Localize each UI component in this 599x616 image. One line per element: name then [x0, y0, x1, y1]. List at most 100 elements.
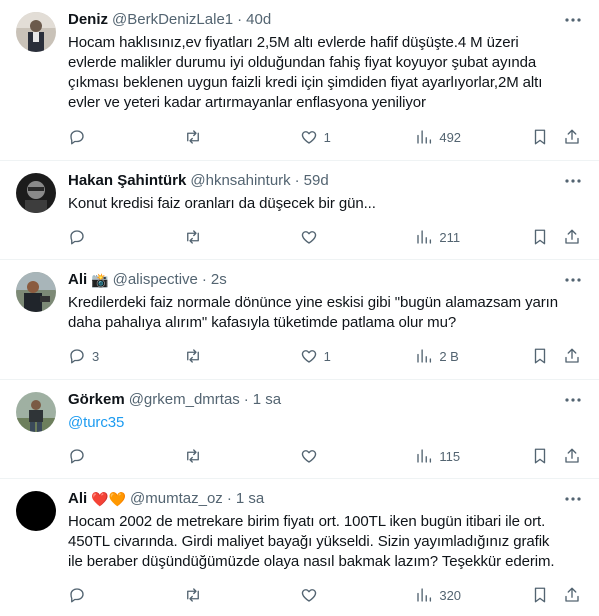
mention-link[interactable]: @turc35: [68, 414, 124, 431]
avatar[interactable]: [16, 12, 56, 52]
avatar[interactable]: [16, 392, 56, 432]
like-button[interactable]: 1: [300, 347, 416, 365]
avatar[interactable]: [16, 173, 56, 213]
more-dots-icon: [565, 497, 581, 501]
reply-button[interactable]: [68, 447, 184, 465]
view-count: 211: [439, 229, 461, 245]
heart-icon: [301, 450, 316, 463]
display-name[interactable]: Görkem: [68, 390, 125, 410]
reply-button[interactable]: [68, 586, 184, 604]
avatar[interactable]: [16, 272, 56, 312]
user-handle[interactable]: @hknsahinturk: [190, 171, 290, 191]
views-bar-chart-icon: [417, 588, 432, 602]
timestamp[interactable]: 1 sa: [253, 390, 281, 410]
like-button[interactable]: [300, 586, 416, 604]
share-button[interactable]: [563, 447, 583, 465]
user-handle[interactable]: @alispective: [113, 270, 198, 290]
user-handle[interactable]: @mumtaz_oz: [130, 489, 223, 509]
view-count: 492: [439, 129, 462, 145]
retweet-button[interactable]: [184, 347, 300, 365]
share-button[interactable]: [563, 586, 583, 604]
reply-icon: [70, 349, 84, 364]
share-icon: [565, 587, 579, 602]
retweet-icon: [186, 130, 199, 144]
timestamp[interactable]: 2s: [211, 270, 227, 290]
bookmark-icon: [534, 229, 546, 245]
bookmark-button[interactable]: [531, 228, 563, 246]
reply-icon: [70, 588, 84, 603]
reply-icon: [70, 130, 84, 145]
tweet-header: Hakan Şahintürk @hknsahinturk · 59d: [68, 171, 583, 191]
more-dots-icon: [565, 278, 581, 282]
heart-icon: [301, 350, 316, 363]
views-bar-chart-icon: [417, 349, 432, 363]
like-count: 1: [323, 129, 331, 145]
user-handle[interactable]: @grkem_dmrtas: [129, 390, 240, 410]
reply-button[interactable]: [68, 128, 184, 146]
views-button[interactable]: 320: [415, 586, 531, 604]
avatar[interactable]: [16, 491, 56, 531]
views-button[interactable]: 115: [415, 447, 531, 465]
share-button[interactable]: [563, 347, 583, 365]
tweet-text: Kredilerdeki faiz normale dönünce yine e…: [68, 294, 558, 331]
reply-icon: [70, 230, 84, 245]
hearts-emoji: ❤️🧡: [91, 491, 127, 507]
more-options-button[interactable]: [563, 270, 583, 290]
like-button[interactable]: [300, 447, 416, 465]
retweet-button[interactable]: [184, 228, 300, 246]
bookmark-button[interactable]: [531, 347, 563, 365]
like-button[interactable]: 1: [300, 128, 416, 146]
separator-dot: ·: [201, 271, 207, 288]
more-options-button[interactable]: [563, 171, 583, 191]
view-count: 320: [439, 587, 462, 603]
share-icon: [565, 348, 579, 363]
display-name[interactable]: Hakan Şahintürk: [68, 171, 186, 191]
timestamp[interactable]: 40d: [246, 10, 271, 30]
views-button[interactable]: 492: [415, 128, 531, 146]
tweet-header: Deniz @BerkDenizLale1 · 40d: [68, 10, 583, 30]
bookmark-icon: [534, 348, 546, 364]
retweet-button[interactable]: [184, 447, 300, 465]
tweet-3[interactable]: Ali 📸 @alispective · 2s Kredilerdeki fai…: [0, 260, 599, 380]
heart-icon: [301, 131, 316, 144]
views-button[interactable]: 2 B: [415, 347, 531, 365]
display-name[interactable]: Ali: [68, 489, 87, 509]
display-name[interactable]: Ali: [68, 270, 87, 290]
tweet-text: @turc35: [68, 413, 583, 433]
retweet-button[interactable]: [184, 586, 300, 604]
timestamp[interactable]: 59d: [304, 171, 329, 191]
share-button[interactable]: [563, 228, 583, 246]
bookmark-button[interactable]: [531, 586, 563, 604]
timestamp[interactable]: 1 sa: [236, 489, 264, 509]
more-options-button[interactable]: [563, 489, 583, 509]
tweet-4[interactable]: Görkem @grkem_dmrtas · 1 sa @turc35 115: [0, 380, 599, 479]
user-handle[interactable]: @BerkDenizLale1: [112, 10, 233, 30]
reply-feed: Deniz @BerkDenizLale1 · 40d Hocam haklıs…: [0, 0, 599, 616]
separator-dot: ·: [294, 172, 300, 189]
share-button[interactable]: [563, 128, 583, 146]
more-options-button[interactable]: [563, 390, 583, 410]
display-name[interactable]: Deniz: [68, 10, 108, 30]
reply-button[interactable]: [68, 228, 184, 246]
bookmark-button[interactable]: [531, 447, 563, 465]
action-bar: 115: [68, 439, 583, 473]
retweet-button[interactable]: [184, 128, 300, 146]
views-bar-chart-icon: [417, 449, 432, 463]
bookmark-button[interactable]: [531, 128, 563, 146]
separator-dot: ·: [237, 11, 243, 28]
tweet-1[interactable]: Deniz @BerkDenizLale1 · 40d Hocam haklıs…: [0, 0, 599, 161]
action-bar: 211: [68, 220, 583, 254]
tweet-text: Hocam haklısınız,ev fiyatları 2,5M altı …: [68, 34, 543, 111]
reply-count: 3: [92, 348, 100, 364]
reply-button[interactable]: 3: [68, 347, 184, 365]
share-icon: [565, 129, 579, 144]
more-dots-icon: [565, 179, 581, 183]
heart-icon: [301, 231, 316, 244]
tweet-5[interactable]: Ali ❤️🧡 @mumtaz_oz · 1 sa Hocam 2002 de …: [0, 479, 599, 616]
bookmark-icon: [534, 587, 546, 603]
more-dots-icon: [565, 398, 581, 402]
more-options-button[interactable]: [563, 10, 583, 30]
tweet-2[interactable]: Hakan Şahintürk @hknsahinturk · 59d Konu…: [0, 161, 599, 260]
like-button[interactable]: [300, 228, 416, 246]
views-button[interactable]: 211: [415, 228, 531, 246]
